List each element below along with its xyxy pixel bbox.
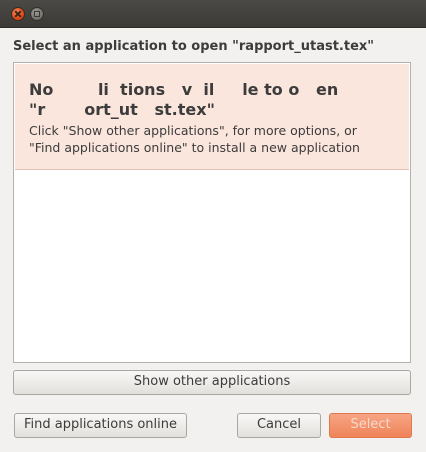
maximize-icon[interactable]	[30, 7, 44, 21]
find-applications-online-button[interactable]: Find applications online	[14, 413, 187, 438]
dialog-window: Select an application to open "rapport_u…	[0, 0, 426, 452]
info-title-line-1: No li tions v il le to o en	[29, 80, 339, 99]
close-icon[interactable]	[11, 7, 25, 21]
show-other-applications-button[interactable]: Show other applications	[13, 370, 411, 395]
select-button[interactable]: Select	[329, 413, 412, 438]
info-message-line-1: Click "Show other applications", for mor…	[29, 123, 357, 138]
cancel-button[interactable]: Cancel	[237, 413, 321, 438]
dialog-heading: Select an application to open "rapport_u…	[13, 39, 375, 54]
info-bar: No li tions v il le to o en "r ort_ut st…	[15, 64, 409, 170]
application-list[interactable]: No li tions v il le to o en "r ort_ut st…	[13, 62, 411, 363]
info-message-line-2: "Find applications online" to install a …	[29, 140, 360, 155]
title-bar[interactable]	[0, 0, 426, 28]
info-title-line-2: "r ort_ut st.tex"	[29, 100, 215, 119]
